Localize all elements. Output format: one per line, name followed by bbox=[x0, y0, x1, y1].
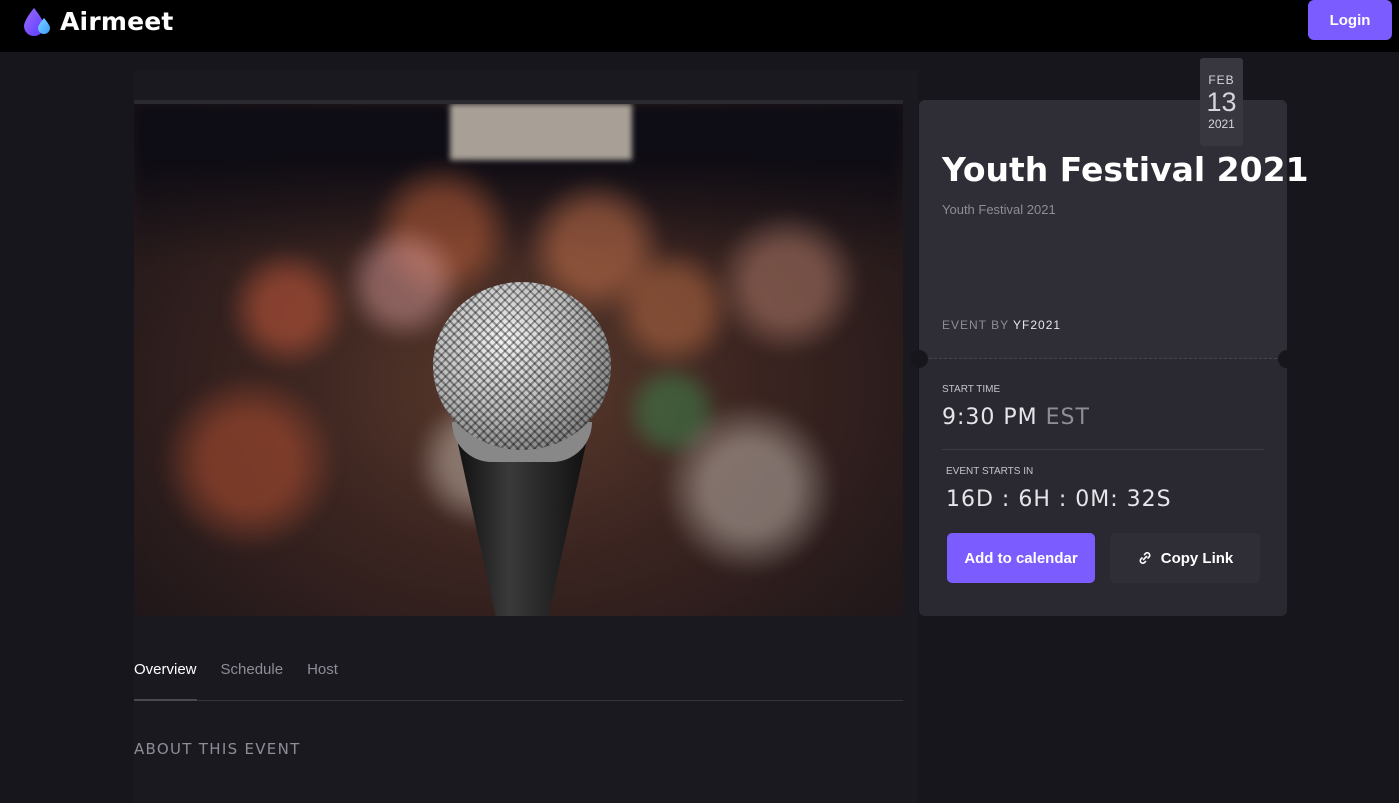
tab-overview[interactable]: Overview bbox=[134, 658, 197, 701]
link-icon bbox=[1139, 552, 1151, 564]
date-year: 2021 bbox=[1208, 117, 1235, 131]
ticket-notch-left bbox=[910, 350, 928, 368]
start-time-value: 9:30 PM bbox=[942, 405, 1038, 430]
event-cover-image bbox=[134, 100, 903, 616]
copy-link-button[interactable]: Copy Link bbox=[1110, 533, 1260, 583]
copy-link-label: Copy Link bbox=[1160, 549, 1234, 567]
tab-host[interactable]: Host bbox=[307, 658, 338, 701]
starts-in-label: EVENT STARTS IN bbox=[946, 466, 1034, 477]
card-divider bbox=[942, 449, 1264, 450]
organizer-name[interactable]: YF2021 bbox=[1013, 318, 1061, 332]
tab-schedule[interactable]: Schedule bbox=[221, 658, 284, 701]
about-heading: ABOUT THIS EVENT bbox=[134, 740, 301, 758]
add-to-calendar-button[interactable]: Add to calendar bbox=[947, 533, 1095, 583]
timezone: EST bbox=[1045, 405, 1090, 430]
microphone-head bbox=[433, 282, 611, 450]
brand-logo[interactable]: Airmeet bbox=[22, 6, 174, 36]
date-day: 13 bbox=[1206, 87, 1237, 117]
event-by-label: EVENT BY bbox=[942, 318, 1009, 332]
login-button[interactable]: Login bbox=[1308, 0, 1392, 40]
airmeet-logo-icon bbox=[24, 8, 50, 36]
date-badge: FEB 13 2021 bbox=[1200, 58, 1243, 146]
event-organizer: EVENT BY YF2021 bbox=[942, 318, 1061, 332]
countdown-timer: 16D : 6H : 0M: 32S bbox=[946, 487, 1172, 512]
event-subtitle: Youth Festival 2021 bbox=[942, 202, 1056, 217]
start-time: 9:30 PM EST bbox=[942, 405, 1090, 430]
date-month: FEB bbox=[1208, 73, 1235, 87]
brand-name: Airmeet bbox=[60, 6, 174, 36]
stage-banner bbox=[450, 104, 632, 160]
event-title: Youth Festival 2021 bbox=[942, 150, 1309, 189]
ticket-notch-right bbox=[1278, 350, 1296, 368]
start-time-label: START TIME bbox=[942, 384, 1001, 395]
top-nav-bar: Airmeet Login bbox=[0, 0, 1399, 52]
event-tabs: Overview Schedule Host bbox=[134, 658, 903, 701]
